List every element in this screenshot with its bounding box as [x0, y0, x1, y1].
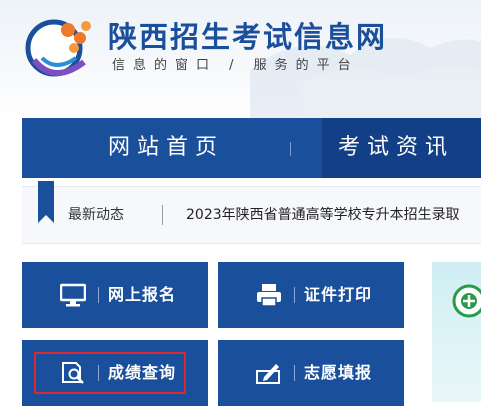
printer-icon	[257, 284, 281, 307]
main-navigation: 网站首页 考试资讯	[22, 118, 481, 178]
nav-home-link[interactable]: 网站首页	[108, 118, 224, 178]
button-divider	[294, 287, 295, 303]
emblem-icon	[452, 284, 481, 318]
nav-divider	[290, 142, 291, 156]
nav-exam-news-link[interactable]: 考试资讯	[338, 118, 454, 178]
online-registration-button[interactable]: 网上报名	[22, 262, 208, 328]
site-logo	[25, 19, 91, 77]
preference-submission-label: 志愿填报	[304, 363, 373, 382]
site-slogan: 信息的窗口 / 服务的平台	[112, 58, 359, 73]
news-ticker: 最新动态 2023年陕西省普通高等学校专升本招生录取	[22, 181, 481, 244]
button-divider	[98, 365, 99, 381]
score-inquiry-label: 成绩查询	[108, 363, 177, 382]
button-divider	[294, 365, 295, 381]
online-registration-label: 网上报名	[108, 285, 177, 304]
search-document-icon	[62, 362, 84, 384]
bookmark-icon	[38, 181, 54, 223]
certificate-print-label: 证件打印	[304, 285, 373, 304]
preference-submission-button[interactable]: 志愿填报	[218, 340, 404, 406]
side-banner[interactable]	[432, 262, 481, 402]
site-title: 陕西招生考试信息网	[108, 20, 388, 54]
news-headline-link[interactable]: 2023年陕西省普通高等学校专升本招生录取	[186, 187, 481, 243]
button-divider	[98, 287, 99, 303]
news-divider	[162, 205, 163, 225]
pen-form-icon	[256, 364, 280, 384]
score-inquiry-button[interactable]: 成绩查询	[22, 340, 208, 406]
news-label: 最新动态	[68, 207, 124, 223]
monitor-icon	[60, 283, 86, 307]
certificate-print-button[interactable]: 证件打印	[218, 262, 404, 328]
